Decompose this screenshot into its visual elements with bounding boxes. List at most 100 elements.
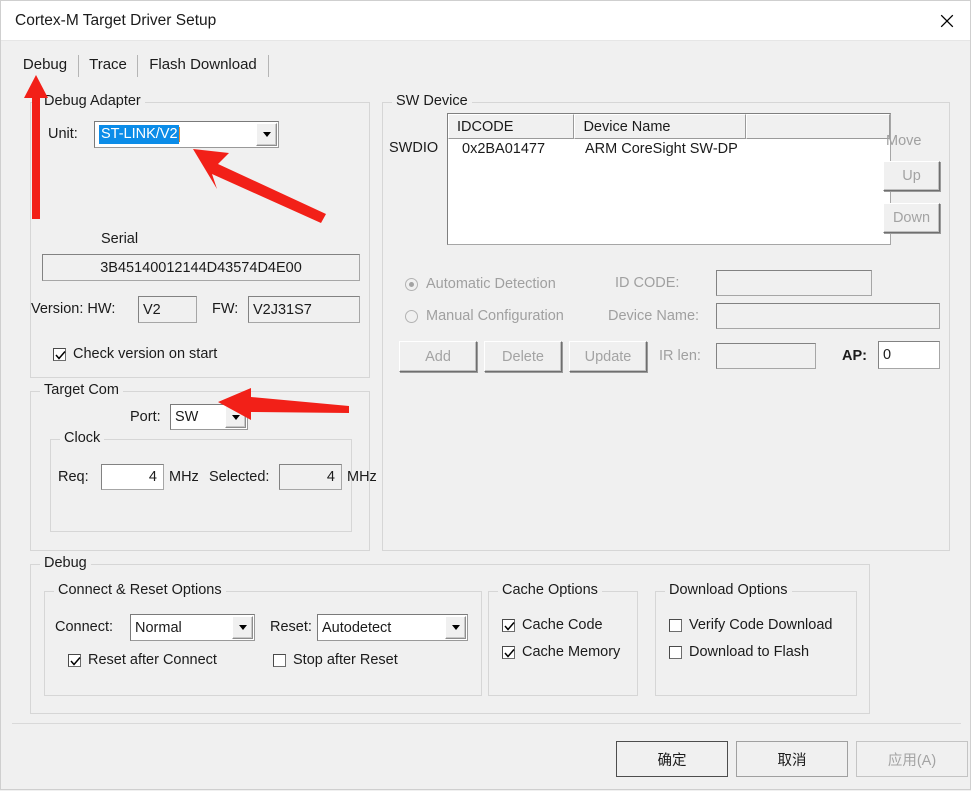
automatic-detection-label: Automatic Detection	[426, 276, 556, 292]
cell-idcode: 0x2BA01477	[462, 141, 546, 157]
tab-debug[interactable]: Debug	[12, 51, 78, 78]
tab-strip: Debug Trace Flash Download	[12, 51, 961, 79]
selected-clock-field: 4	[279, 464, 342, 490]
reset-after-connect-label: Reset after Connect	[88, 652, 217, 668]
reset-combo-chevron-down-icon[interactable]	[445, 616, 466, 639]
req-label: Req:	[58, 469, 89, 485]
ap-label: AP:	[842, 348, 867, 364]
fw-version-value: V2J31S7	[253, 301, 312, 318]
text-caret	[178, 127, 180, 142]
req-clock-field[interactable]: 4	[101, 464, 164, 490]
cache-memory-checkbox[interactable]: Cache Memory	[502, 644, 620, 660]
sw-device-legend: SW Device	[392, 93, 472, 109]
column-header-extra[interactable]	[745, 114, 890, 139]
tab-flash-download-label: Flash Download	[149, 56, 257, 73]
cell-device-name: ARM CoreSight SW-DP	[585, 141, 738, 157]
cancel-button[interactable]: 取消	[736, 741, 848, 777]
port-combo[interactable]: SW	[170, 404, 248, 430]
radio-dot	[405, 309, 418, 323]
apply-label: 应用(A)	[887, 752, 937, 769]
ir-len-label: IR len:	[659, 348, 701, 364]
debug-adapter-group: Debug Adapter Unit: ST-LINK/V2 Serial 3B…	[30, 93, 370, 378]
download-options-group: Download Options Verify Code Download Do…	[655, 582, 857, 696]
move-down-label: Down	[892, 210, 931, 226]
cache-memory-label: Cache Memory	[522, 644, 621, 660]
close-icon[interactable]	[923, 1, 970, 40]
unit-label: Unit:	[48, 126, 78, 142]
download-to-flash-checkbox[interactable]: Download to Flash	[669, 644, 809, 660]
move-up-button[interactable]: Up	[883, 161, 940, 191]
fw-label: FW:	[212, 301, 239, 317]
selected-clock-value: 4	[326, 469, 335, 485]
delete-button[interactable]: Delete	[484, 341, 562, 372]
check-version-on-start-checkbox[interactable]: Check version on start	[53, 346, 217, 362]
version-hw-label: Version: HW:	[31, 301, 116, 317]
port-combo-value: SW	[175, 409, 199, 425]
ok-button[interactable]: 确定	[616, 741, 728, 777]
target-com-legend: Target Com	[40, 382, 123, 398]
dialog-window: Cortex-M Target Driver Setup Debug Trace…	[0, 0, 971, 790]
fw-version-field: V2J31S7	[248, 296, 360, 323]
automatic-detection-radio[interactable]: Automatic Detection	[405, 276, 556, 292]
port-combo-chevron-down-icon[interactable]	[225, 406, 246, 428]
connect-reset-legend: Connect & Reset Options	[54, 582, 226, 598]
tab-trace[interactable]: Trace	[79, 51, 137, 78]
move-down-button[interactable]: Down	[883, 203, 940, 233]
selected-clock-label: Selected:	[209, 469, 270, 485]
column-header-device-name[interactable]: Device Name	[574, 114, 746, 139]
selected-unit-label: MHz	[347, 469, 377, 485]
add-button[interactable]: Add	[399, 341, 477, 372]
hw-version-value: V2	[143, 301, 161, 318]
move-up-label: Up	[902, 168, 921, 184]
add-label: Add	[425, 348, 451, 365]
device-name-field[interactable]	[716, 303, 940, 329]
manual-configuration-radio[interactable]: Manual Configuration	[405, 308, 564, 324]
table-header-row: IDCODE Device Name	[448, 114, 890, 139]
checkbox-box	[68, 653, 81, 667]
serial-value: 3B45140012144D43574D4E00	[100, 259, 302, 276]
table-row[interactable]: 0x2BA01477 ARM CoreSight SW-DP	[448, 139, 890, 163]
sw-device-group: SW Device SWDIO IDCODE Device Name 0x2BA…	[382, 93, 950, 551]
unit-combo-value: ST-LINK/V2	[99, 125, 179, 144]
radio-dot	[405, 277, 418, 291]
debug-adapter-legend: Debug Adapter	[40, 93, 145, 109]
tab-debug-label: Debug	[22, 56, 68, 73]
ap-value: 0	[883, 347, 892, 363]
unit-combo-chevron-down-icon[interactable]	[256, 123, 277, 146]
verify-code-download-checkbox[interactable]: Verify Code Download	[669, 617, 832, 633]
reset-combo[interactable]: Autodetect	[317, 614, 468, 641]
update-label: Update	[584, 348, 632, 365]
hw-version-field: V2	[138, 296, 197, 323]
connect-combo-chevron-down-icon[interactable]	[232, 616, 253, 639]
check-version-on-start-label: Check version on start	[73, 346, 218, 362]
connect-combo[interactable]: Normal	[130, 614, 255, 641]
cache-options-group: Cache Options Cache Code Cache Memory	[488, 582, 638, 696]
tab-separator-3	[268, 55, 269, 77]
reset-after-connect-checkbox[interactable]: Reset after Connect	[68, 652, 217, 668]
column-header-idcode[interactable]: IDCODE	[448, 114, 575, 139]
id-code-label: ID CODE:	[615, 275, 680, 291]
move-label: Move	[886, 133, 922, 149]
connect-combo-value: Normal	[135, 619, 182, 636]
cache-code-checkbox[interactable]: Cache Code	[502, 617, 603, 633]
tab-trace-label: Trace	[89, 56, 127, 73]
connect-reset-options-group: Connect & Reset Options Connect: Normal …	[44, 582, 482, 696]
cache-code-label: Cache Code	[522, 617, 603, 633]
ap-field[interactable]: 0	[878, 341, 940, 369]
ir-len-field[interactable]	[716, 343, 816, 369]
download-options-legend: Download Options	[665, 582, 792, 598]
reset-label: Reset:	[270, 619, 312, 635]
tab-flash-download[interactable]: Flash Download	[138, 51, 268, 78]
stop-after-reset-checkbox[interactable]: Stop after Reset	[273, 652, 398, 668]
cancel-label: 取消	[777, 752, 807, 769]
sw-device-table[interactable]: IDCODE Device Name 0x2BA01477 ARM CoreSi…	[447, 113, 891, 245]
verify-code-download-label: Verify Code Download	[689, 617, 833, 633]
checkbox-box	[502, 645, 515, 659]
checkbox-box	[669, 645, 682, 659]
apply-button[interactable]: 应用(A)	[856, 741, 968, 777]
unit-combo[interactable]: ST-LINK/V2	[94, 121, 279, 148]
update-button[interactable]: Update	[569, 341, 647, 372]
swdio-label: SWDIO	[389, 140, 439, 156]
download-to-flash-label: Download to Flash	[689, 644, 810, 660]
id-code-field[interactable]	[716, 270, 872, 296]
